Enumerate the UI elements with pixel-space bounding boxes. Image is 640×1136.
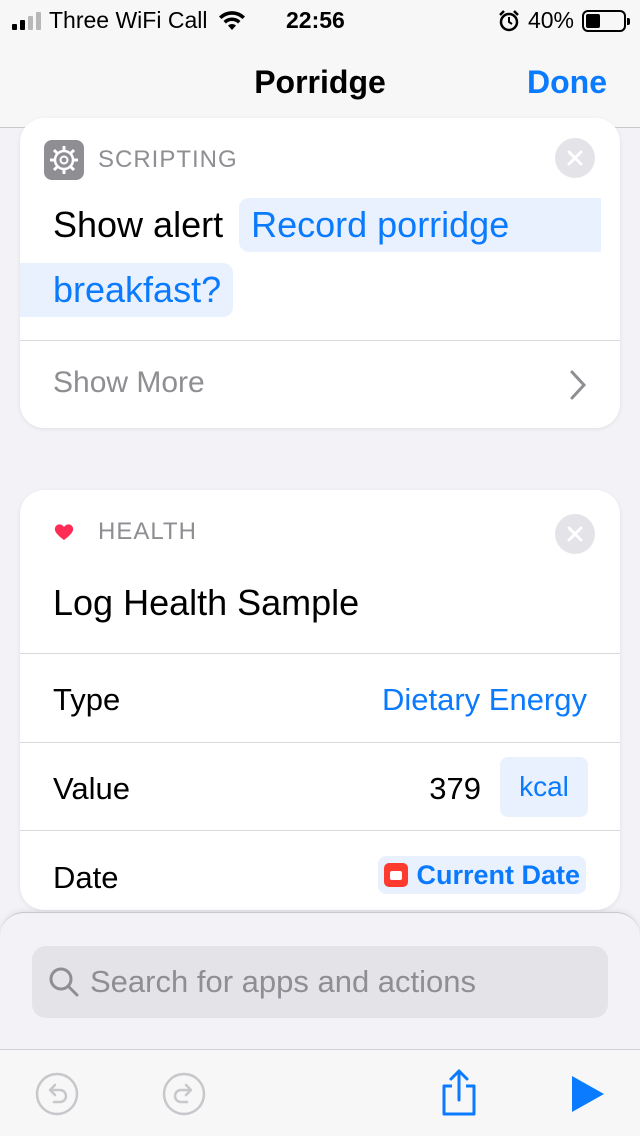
status-right: 40% [498, 7, 630, 34]
undo-icon[interactable] [35, 1072, 79, 1116]
battery-icon [582, 9, 630, 32]
search-icon [49, 967, 79, 997]
divider [20, 742, 620, 743]
chevron-right-icon [570, 370, 587, 400]
editor-toolbar [0, 1049, 640, 1136]
show-more-button[interactable]: Show More [53, 366, 205, 400]
category-label: SCRIPTING [98, 146, 238, 173]
nav-bar: Porridge Done [0, 40, 640, 128]
value-field[interactable]: 379 [429, 771, 481, 807]
category-label: HEALTH [98, 518, 197, 545]
date-label: Date [53, 860, 119, 895]
search-input[interactable] [90, 964, 590, 1000]
alert-text-token[interactable]: Record porridge [239, 198, 602, 252]
carrier-label: Three WiFi Call [49, 7, 208, 33]
play-icon[interactable] [568, 1074, 606, 1114]
status-left: Three WiFi Call [12, 7, 247, 34]
done-button[interactable]: Done [527, 64, 607, 101]
unit-token[interactable]: kcal [500, 757, 588, 817]
share-icon[interactable] [440, 1068, 478, 1118]
redo-icon[interactable] [162, 1072, 206, 1116]
divider [20, 653, 620, 654]
clock: 22:56 [286, 7, 345, 33]
remove-action-button[interactable] [555, 138, 595, 178]
search-field[interactable] [32, 946, 608, 1018]
card-header: HEALTH [44, 514, 197, 550]
value-label: Value [53, 771, 130, 806]
action-search-sheet [0, 912, 640, 1136]
gear-icon [44, 140, 84, 180]
action-title: Log Health Sample [53, 582, 360, 623]
calendar-icon [384, 863, 409, 887]
divider [20, 340, 620, 341]
close-icon [567, 150, 583, 166]
status-bar: Three WiFi Call 22:56 40% [0, 0, 640, 40]
type-label: Type [53, 682, 121, 717]
date-token[interactable]: Current Date [378, 856, 586, 894]
show-alert-action-card[interactable]: SCRIPTING Show alert Record porridge bre… [20, 118, 620, 428]
action-label: Show alert [53, 204, 224, 245]
card-header: SCRIPTING [44, 140, 238, 180]
alarm-icon [499, 9, 519, 31]
battery-percent: 40% [527, 7, 574, 33]
remove-action-button[interactable] [555, 514, 595, 554]
type-value[interactable]: Dietary Energy [382, 682, 587, 718]
log-health-sample-card[interactable]: HEALTH Log Health Sample Type Dietary En… [20, 490, 620, 910]
date-value: Current Date [416, 859, 580, 890]
divider [20, 830, 620, 831]
alert-row: Show alert Record porridge [53, 198, 602, 252]
heart-icon [54, 524, 74, 540]
close-icon [567, 526, 583, 542]
signal-icon [12, 11, 41, 30]
alert-text-token-continued[interactable]: breakfast? [20, 263, 234, 317]
wifi-icon [219, 10, 246, 30]
